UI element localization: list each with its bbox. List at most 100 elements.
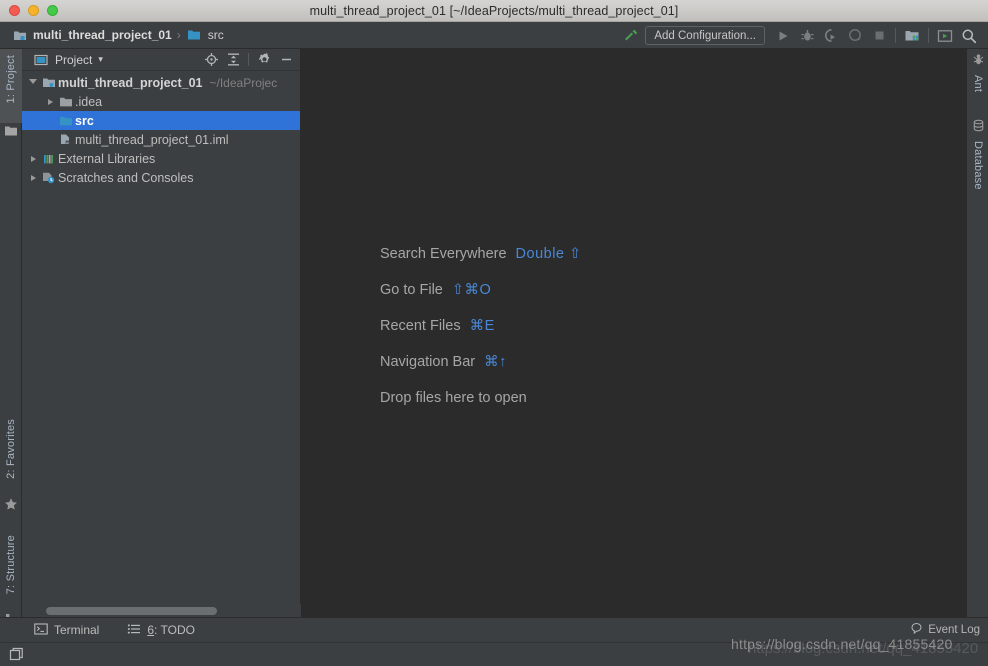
- editor-empty-area: Search Everywhere Double ⇧ Go to File ⇧⌘…: [301, 49, 966, 617]
- tree-row-label: multi_thread_project_01: [58, 75, 203, 90]
- project-panel-title: Project: [55, 52, 93, 67]
- tree-row-src[interactable]: src: [22, 111, 300, 130]
- sidebar-item-favorites[interactable]: 2: Favorites: [0, 415, 22, 495]
- module-icon: [11, 29, 28, 42]
- tree-row-label: src: [75, 113, 94, 128]
- idea-window: multi_thread_project_01 [~/IdeaProjects/…: [0, 0, 988, 666]
- twisty-open-icon[interactable]: [26, 78, 40, 87]
- collapse-all-icon[interactable]: [223, 50, 243, 70]
- right-tool-window-bar: Ant Database: [966, 49, 988, 617]
- hide-panel-icon[interactable]: [276, 50, 296, 70]
- project-icon: [0, 125, 22, 145]
- tip-shortcut: ⌘E: [469, 318, 495, 334]
- tool-tab-terminal[interactable]: Terminal: [28, 620, 105, 640]
- tab-label: Database: [972, 141, 984, 190]
- database-icon: [967, 119, 988, 139]
- sidebar-item-structure[interactable]: 7: Structure: [0, 531, 22, 609]
- tab-label: Ant: [972, 75, 984, 93]
- tool-tab-mnemonic: 6: [147, 623, 155, 637]
- tip-label: Go to File: [380, 282, 443, 298]
- terminal-icon: [34, 622, 48, 638]
- tree-row-iml[interactable]: multi_thread_project_01.iml: [22, 130, 300, 149]
- status-bar: [0, 642, 988, 666]
- tip-label: Recent Files: [380, 318, 461, 334]
- sidebar-item-label: 7: Structure: [5, 535, 17, 595]
- breadcrumb-separator: ›: [176, 28, 181, 42]
- module-icon: [40, 76, 57, 89]
- breadcrumb-item-project[interactable]: multi_thread_project_01: [8, 25, 175, 45]
- tip-go-to-file: Go to File ⇧⌘O: [380, 282, 582, 318]
- add-configuration-button[interactable]: Add Configuration...: [645, 26, 765, 45]
- tree-row-label: External Libraries: [58, 151, 156, 166]
- tip-label: Search Everywhere: [380, 246, 507, 262]
- tip-navigation-bar: Navigation Bar ⌘↑: [380, 354, 582, 390]
- window-title-bar: multi_thread_project_01 [~/IdeaProjects/…: [0, 0, 988, 22]
- tip-recent-files: Recent Files ⌘E: [380, 318, 582, 354]
- tree-row-path: ~/IdeaProjec: [209, 75, 278, 90]
- tool-tab-label: Terminal: [54, 623, 100, 637]
- twisty-closed-icon[interactable]: [43, 98, 57, 105]
- tip-label: Drop files here to open: [380, 390, 527, 406]
- tip-shortcut: ⌘↑: [484, 354, 507, 370]
- tip-shortcut: Double ⇧: [515, 246, 582, 262]
- event-log-label: Event Log: [928, 624, 980, 636]
- breadcrumb-label: multi_thread_project_01: [33, 28, 172, 42]
- tab-database[interactable]: Database: [967, 141, 988, 207]
- profile-button[interactable]: [843, 24, 867, 47]
- tree-row-scratches[interactable]: Scratches and Consoles: [22, 168, 300, 187]
- tip-drop-files: Drop files here to open: [380, 390, 582, 426]
- run-with-coverage-button[interactable]: [819, 24, 843, 47]
- project-view-icon: [32, 54, 49, 66]
- breadcrumb-label: src: [207, 28, 224, 42]
- tree-row-idea[interactable]: .idea: [22, 92, 300, 111]
- toolbar-divider: [895, 28, 896, 43]
- tool-tab-label: : TODO: [154, 623, 195, 637]
- sidebar-item-project[interactable]: 1: Project: [0, 49, 22, 123]
- project-panel-hscrollbar[interactable]: [22, 604, 301, 617]
- tip-label: Navigation Bar: [380, 354, 476, 370]
- build-hammer-icon[interactable]: [619, 24, 643, 47]
- twisty-closed-icon[interactable]: [26, 174, 40, 181]
- panel-divider: [248, 53, 249, 66]
- project-panel-header: Project ▾: [22, 49, 300, 71]
- updates-button[interactable]: [933, 24, 957, 47]
- tree-row-label: multi_thread_project_01.iml: [75, 132, 229, 147]
- tip-search-everywhere: Search Everywhere Double ⇧: [380, 246, 582, 282]
- project-tree: multi_thread_project_01 ~/IdeaProjec .id…: [22, 71, 300, 187]
- project-structure-button[interactable]: [900, 24, 924, 47]
- tree-row-module[interactable]: multi_thread_project_01 ~/IdeaProjec: [22, 73, 300, 92]
- project-tool-window: Project ▾ multi_thread_project_01 ~/Idea…: [22, 49, 301, 617]
- sidebar-item-label: 1: Project: [5, 55, 17, 104]
- scrollbar-thumb[interactable]: [46, 607, 217, 615]
- folder-icon: [186, 29, 203, 41]
- chevron-down-icon[interactable]: ▾: [98, 54, 103, 65]
- tree-row-label: .idea: [75, 94, 103, 109]
- search-everywhere-icon[interactable]: [957, 24, 981, 47]
- locate-icon[interactable]: [201, 50, 221, 70]
- tab-ant[interactable]: Ant: [967, 75, 988, 109]
- left-tool-window-bar: 1: Project 2: Favorites 7: Structure: [0, 49, 22, 622]
- tree-row-external-libraries[interactable]: External Libraries: [22, 149, 300, 168]
- stop-button[interactable]: [867, 24, 891, 47]
- sidebar-item-label: 2: Favorites: [5, 419, 17, 479]
- iml-file-icon: [57, 133, 74, 146]
- tree-row-label: Scratches and Consoles: [58, 170, 194, 185]
- layout-toggle-icon[interactable]: [8, 647, 24, 663]
- breadcrumb-item-src[interactable]: src: [183, 25, 227, 45]
- project-panel-actions: [201, 50, 296, 70]
- gear-icon[interactable]: [254, 50, 274, 70]
- window-title: multi_thread_project_01 [~/IdeaProjects/…: [309, 3, 679, 18]
- toolbar-divider: [928, 28, 929, 43]
- debug-button[interactable]: [795, 24, 819, 47]
- libraries-icon: [40, 153, 57, 165]
- bottom-tool-window-bar: Terminal 6: TODO Event Log: [0, 617, 988, 642]
- main-toolbar: Add Configuration...: [619, 22, 988, 49]
- todo-icon: [127, 623, 141, 638]
- editor-tips-list: Search Everywhere Double ⇧ Go to File ⇧⌘…: [380, 246, 582, 426]
- event-log-icon: [910, 622, 923, 638]
- run-button[interactable]: [771, 24, 795, 47]
- tool-tab-todo[interactable]: 6: TODO: [121, 620, 201, 640]
- twisty-closed-icon[interactable]: [26, 155, 40, 162]
- folder-source-icon: [57, 115, 74, 127]
- event-log-button[interactable]: Event Log: [910, 622, 988, 638]
